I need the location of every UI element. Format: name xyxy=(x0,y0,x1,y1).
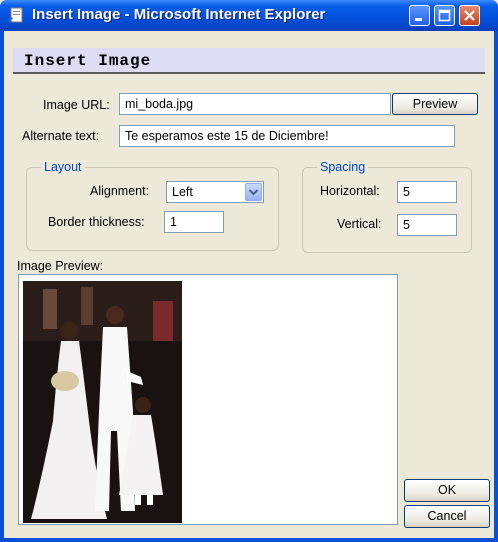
svg-text:e: e xyxy=(8,13,13,24)
close-button[interactable] xyxy=(459,5,480,26)
dialog-heading: Insert Image xyxy=(24,52,152,70)
maximize-icon xyxy=(438,9,451,22)
alignment-value: Left xyxy=(172,185,193,199)
dialog-header: Insert Image xyxy=(13,48,485,74)
ok-button[interactable]: OK xyxy=(404,479,490,502)
image-preview-area xyxy=(18,274,398,525)
vertical-input[interactable]: 5 xyxy=(397,214,457,236)
minimize-icon xyxy=(415,18,422,21)
horizontal-input[interactable]: 5 xyxy=(397,181,457,203)
horizontal-label: Horizontal: xyxy=(320,184,380,198)
alignment-dropdown-button[interactable] xyxy=(245,183,262,201)
window-title: Insert Image - Microsoft Internet Explor… xyxy=(32,6,326,23)
image-preview-label: Image Preview: xyxy=(17,259,104,273)
layout-group: Layout xyxy=(26,160,279,251)
border-thickness-label: Border thickness: xyxy=(48,215,145,229)
spacing-legend: Spacing xyxy=(317,160,369,174)
layout-legend: Layout xyxy=(41,160,85,174)
preview-button[interactable]: Preview xyxy=(392,93,478,115)
alignment-label: Alignment: xyxy=(90,184,150,198)
vertical-label: Vertical: xyxy=(337,217,382,231)
wedding-photo xyxy=(23,281,182,523)
image-url-input[interactable]: mi_boda.jpg xyxy=(119,93,391,115)
ie-page-icon: e xyxy=(8,7,23,24)
dialog-window: e Insert Image - Microsoft Internet Expl… xyxy=(0,0,498,542)
title-bar[interactable]: e Insert Image - Microsoft Internet Expl… xyxy=(0,0,498,31)
maximize-button[interactable] xyxy=(434,5,455,26)
cancel-button[interactable]: Cancel xyxy=(404,505,490,528)
alt-text-label: Alternate text: xyxy=(22,129,100,143)
border-thickness-input[interactable]: 1 xyxy=(164,211,224,233)
image-url-label: Image URL: xyxy=(43,98,110,112)
spacing-group: Spacing xyxy=(302,160,472,253)
chevron-down-icon xyxy=(248,189,259,196)
alignment-select[interactable]: Left xyxy=(166,181,264,203)
close-icon xyxy=(464,10,475,21)
minimize-button[interactable] xyxy=(409,5,430,26)
dialog-body: Insert Image Image URL: mi_boda.jpg Prev… xyxy=(4,31,494,538)
alt-text-input[interactable]: Te esperamos este 15 de Diciembre! xyxy=(119,125,455,147)
